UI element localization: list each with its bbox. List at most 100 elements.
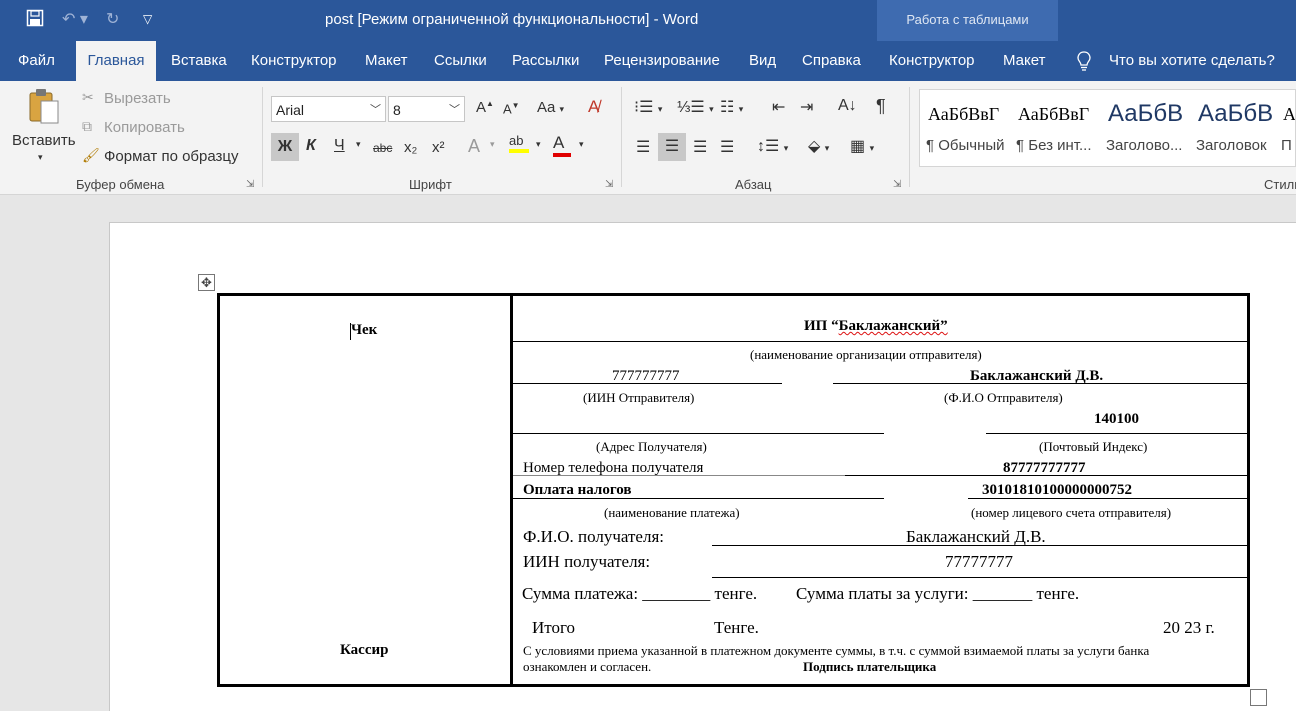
align-center-icon[interactable]: ☰ [658,133,686,161]
strikethrough-button[interactable]: abc [373,141,392,155]
save-icon[interactable] [26,9,44,32]
shrink-font-icon[interactable]: A▼ [503,101,520,116]
iin-underline [513,383,782,384]
font-color-dropdown-icon[interactable]: ▾ [579,139,584,150]
increase-indent-icon[interactable]: ⇥ [800,97,813,117]
subscript-button[interactable]: x₂ [404,139,417,156]
underline-button[interactable]: Ч [334,137,345,155]
tab-table-design[interactable]: Конструктор [889,41,975,81]
service-fee-text: Сумма платы за услуги: _______ тенге. [796,584,1080,603]
recipient-iin-label: ИИН получателя: [523,552,651,571]
style-next[interactable]: Аа П [1275,90,1295,166]
style-heading1[interactable]: АаБбВ Заголово... [1100,90,1192,166]
grow-font-icon[interactable]: A▲ [476,99,494,116]
pilcrow-icon[interactable]: ¶ [876,96,886,117]
clipboard-launcher-icon[interactable]: ⇲ [246,179,254,190]
redo-icon[interactable]: ↻ [106,9,119,29]
line-spacing-icon[interactable]: ↕☰ ▾ [757,136,788,156]
tab-home[interactable]: Главная [76,41,156,81]
recipient-underline [712,545,1247,546]
format-painter-button[interactable]: Формат по образцу [104,148,239,165]
lightbulb-icon [1077,41,1091,81]
italic-button[interactable]: К [306,137,316,155]
style-name: П [1281,137,1292,154]
table-column-divider [510,293,513,687]
font-size-value: 8 [393,102,401,118]
style-normal[interactable]: АаБбВвГ ¶ Обычный [920,90,1012,166]
underline-dropdown-icon[interactable]: ▾ [356,139,361,150]
justify-icon[interactable]: ☰ [720,137,734,157]
postcode-caption: (Почтовый Индекс) [1039,439,1148,454]
copy-icon: ⧉ [82,118,92,134]
org-underline [513,341,1247,342]
tab-review[interactable]: Рецензирование [604,41,720,81]
paste-icon[interactable] [26,87,62,124]
style-preview: АаБбВ [1108,100,1184,127]
shrink-font-label: A [503,101,512,117]
account-caption: (номер лицевого счета отправителя) [971,505,1172,520]
change-case-button[interactable]: Aa ▾ [537,99,564,116]
cut-button[interactable]: Вырезать [104,90,171,107]
paste-button[interactable]: Вставить [12,132,76,149]
recipient-iin-value: 77777777 [945,552,1013,571]
font-name-select[interactable]: Arial ﹀ [271,96,386,122]
styles-gallery: АаБбВвГ ¶ Обычный АаБбВвГ ¶ Без инт... А… [919,89,1296,167]
superscript-button[interactable]: x² [432,139,445,156]
borders-icon[interactable]: ▦ ▾ [850,136,874,156]
scissors-icon: ✂ [82,89,94,105]
sort-icon[interactable]: A↓ [838,97,857,115]
table-move-handle-icon[interactable]: ✥ [198,274,215,291]
shading-icon[interactable]: ⬙ ▾ [808,136,829,156]
org-caption: (наименование организации отправителя) [750,347,982,362]
clear-formatting-icon[interactable]: A̸ [588,97,599,117]
style-name: Заголовок [1196,137,1267,154]
text-effects-dropdown-icon[interactable]: ▾ [490,139,495,150]
tell-me-search[interactable]: Что вы хотите сделать? [1109,41,1275,81]
customize-qat-icon[interactable]: ▽ [143,12,152,26]
tab-help[interactable]: Справка [802,41,861,81]
font-launcher-icon[interactable]: ⇲ [605,179,613,190]
title-bar: ↶ ▾ ↻ ▽ post [Режим ограниченной функцио… [0,0,1296,41]
align-right-icon[interactable]: ☰ [693,137,707,157]
tab-table-layout[interactable]: Макет [1003,41,1045,81]
tab-design[interactable]: Конструктор [251,41,337,81]
highlight-dropdown-icon[interactable]: ▾ [536,139,541,150]
text-effects-icon[interactable]: A [468,136,480,157]
tab-insert[interactable]: Вставка [171,41,227,81]
terms-line-2: ознакомлен и согласен. [523,659,652,674]
account-underline [968,498,1247,499]
numbering-icon[interactable]: ⅓☰ ▾ [677,97,714,117]
bullets-icon[interactable]: ⁝☰ ▾ [634,97,662,117]
decrease-indent-icon[interactable]: ⇤ [772,97,785,117]
recipient-iin-underline [712,577,1247,578]
style-heading[interactable]: АаБбВ Заголовок [1190,90,1282,166]
address-underline [513,433,884,434]
bold-button[interactable]: Ж [271,133,299,161]
ribbon-home: Вставить ▾ ✂ Вырезать ⧉ Копировать 🖌 Фор… [0,81,1296,195]
paragraph-launcher-icon[interactable]: ⇲ [893,179,901,190]
font-group-label: Шрифт [409,177,452,192]
account-value: 30101810100000000752 [982,482,1132,498]
style-no-spacing[interactable]: АаБбВвГ ¶ Без инт... [1010,90,1102,166]
tab-view[interactable]: Вид [749,41,776,81]
paste-dropdown-icon[interactable]: ▾ [38,152,43,163]
chevron-down-icon: ﹀ [449,104,460,116]
tab-references[interactable]: Ссылки [434,41,487,81]
style-name: ¶ Обычный [926,137,1005,154]
table-resize-handle-icon[interactable] [1250,689,1267,706]
tab-layout[interactable]: Макет [365,41,407,81]
tab-mailings[interactable]: Рассылки [512,41,579,81]
font-size-select[interactable]: 8 ﹀ [388,96,465,122]
multilevel-list-icon[interactable]: ☷ ▾ [720,97,743,117]
clipboard-group-label: Буфер обмена [76,177,165,192]
font-name-value: Arial [276,102,305,118]
align-left-icon[interactable]: ☰ [636,137,650,157]
sender-underline [833,383,1247,384]
highlight-icon[interactable]: ab [509,133,529,153]
undo-icon[interactable]: ↶ ▾ [62,9,88,29]
copy-button[interactable]: Копировать [104,119,185,136]
phone-underline [845,475,1247,476]
tab-file[interactable]: Файл [18,41,55,81]
font-color-icon[interactable]: A [553,133,571,157]
cashier-label: Кассир [340,642,389,658]
